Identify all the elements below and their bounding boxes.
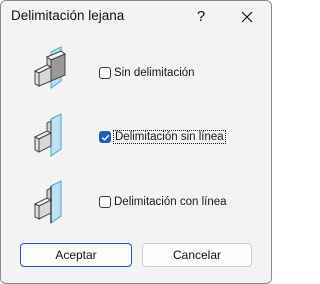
option-no-clipping: Sin delimitación [1, 41, 271, 101]
checkbox-clip-no-line[interactable] [99, 131, 111, 143]
checkbox-row[interactable]: Delimitación sin línea [99, 128, 226, 146]
option-label: Delimitación con línea [114, 196, 227, 208]
dialog-title: Delimitación lejana [11, 8, 125, 23]
checkbox-row[interactable]: Sin delimitación [99, 64, 195, 82]
checkmark-icon [101, 134, 110, 141]
help-button[interactable]: ? [188, 5, 214, 29]
close-button[interactable] [233, 5, 261, 29]
option-clip-with-line: Delimitación con línea [1, 176, 271, 236]
frustum-clip-no-line-icon [33, 113, 62, 157]
cancel-button[interactable]: Cancelar [142, 243, 252, 267]
close-icon [241, 11, 253, 23]
option-label: Delimitación sin línea [113, 130, 226, 144]
checkbox-clip-with-line[interactable] [99, 196, 111, 208]
far-clipping-dialog: Delimitación lejana ? Sin delimitación D… [0, 0, 272, 284]
option-label: Sin delimitación [114, 67, 195, 79]
checkbox-no-clipping[interactable] [99, 67, 111, 79]
option-clip-no-line: Delimitación sin línea [1, 109, 271, 169]
title-bar: Delimitación lejana ? [1, 1, 271, 33]
checkbox-row[interactable]: Delimitación con línea [99, 193, 227, 211]
frustum-clip-with-line-icon [33, 180, 62, 224]
frustum-no-clip-icon [33, 46, 66, 89]
ok-button[interactable]: Aceptar [20, 243, 132, 267]
